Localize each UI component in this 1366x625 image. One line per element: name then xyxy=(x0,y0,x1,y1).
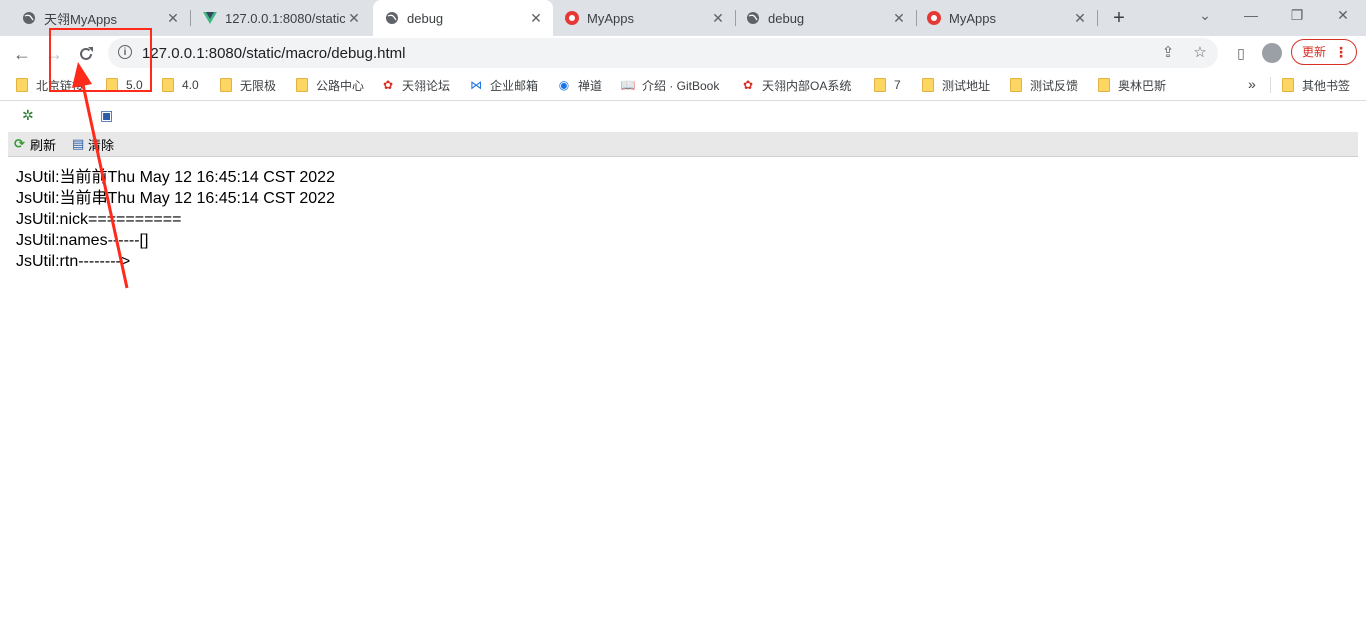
annotation-arrow xyxy=(72,62,129,289)
